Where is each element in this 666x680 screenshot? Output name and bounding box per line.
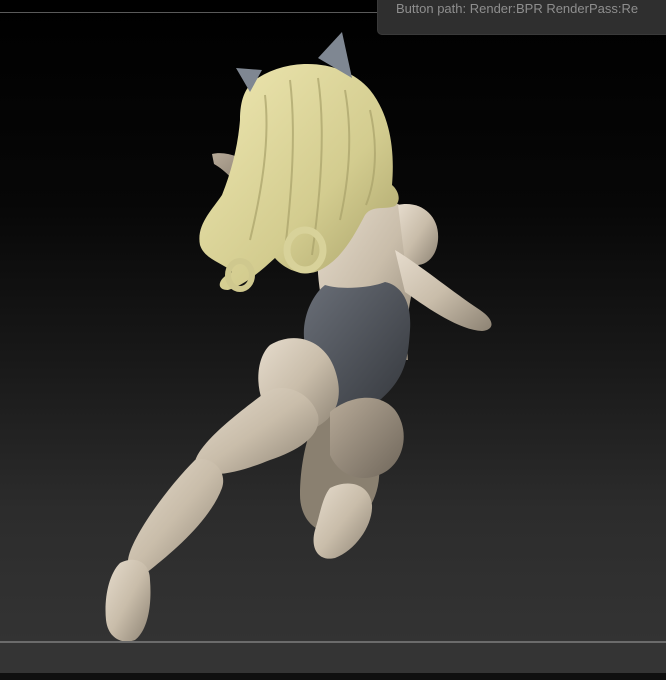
- near-calf: [128, 459, 224, 574]
- render-viewport[interactable]: Button path: Render:BPR RenderPass:Re: [0, 0, 666, 680]
- right-buttock: [330, 397, 404, 479]
- near-thigh: [194, 387, 319, 475]
- bottom-edge: [0, 673, 666, 680]
- sculpted-figure-render: [105, 32, 492, 642]
- near-foot: [105, 559, 151, 642]
- floor-band: [0, 643, 666, 673]
- button-path-tooltip: Button path: Render:BPR RenderPass:Re: [377, 0, 666, 35]
